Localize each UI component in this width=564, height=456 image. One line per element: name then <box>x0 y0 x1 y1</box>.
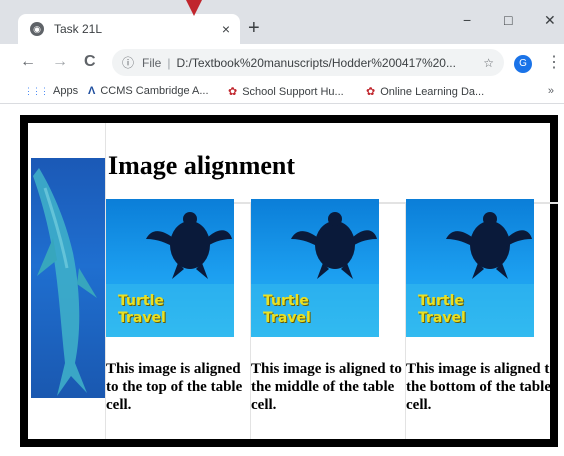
address-bar[interactable]: ⓘ File | D:/Textbook%20manuscripts/Hodde… <box>112 49 504 76</box>
shark-image <box>31 158 105 398</box>
shark-illustration <box>33 168 97 396</box>
bookmarks-overflow-icon[interactable]: » <box>548 85 554 97</box>
caption-line: Turtle <box>118 293 164 309</box>
caption-line: Travel <box>263 310 311 326</box>
minimize-icon[interactable]: − <box>463 12 471 28</box>
forward-arrow-icon[interactable]: → <box>52 53 68 71</box>
close-window-icon[interactable]: ✕ <box>544 12 556 29</box>
bookmarks-bar: ⋮⋮⋮ Apps Λ CCMS Cambridge A... ✿ School … <box>0 80 564 104</box>
bookmark-label: CCMS Cambridge A... <box>100 85 209 97</box>
annotation-arrow <box>186 0 202 16</box>
bordered-table: Image alignment Turtle Travel Turtle Tra… <box>20 115 558 447</box>
apps-grid-icon: ⋮⋮⋮ <box>24 85 49 96</box>
turtle-image-top: Turtle Travel <box>106 199 234 337</box>
cell-description-top: This image is aligned to the top of the … <box>106 361 243 413</box>
ccms-logo-icon: Λ <box>88 85 96 97</box>
toolbar: ← → C ⓘ File | D:/Textbook%20manuscripts… <box>0 44 564 80</box>
bookmark-apps[interactable]: ⋮⋮⋮ Apps <box>24 85 78 97</box>
scheme-label: File <box>142 55 162 70</box>
globe-icon: ◉ <box>30 22 44 36</box>
caption-line: Turtle <box>263 293 309 309</box>
reload-icon[interactable]: C <box>84 53 96 71</box>
close-tab-icon[interactable]: × <box>222 21 230 37</box>
address-separator: | <box>167 55 171 70</box>
menu-kebab-icon[interactable]: ⋮ <box>546 52 562 72</box>
new-tab-button[interactable]: + <box>248 18 260 38</box>
tab-strip: ◉ Task 21L × + − □ ✕ <box>0 0 564 44</box>
bookmark-ccms[interactable]: Λ CCMS Cambridge A... <box>88 85 209 97</box>
web-page: Image alignment Turtle Travel Turtle Tra… <box>0 105 564 456</box>
caption-line: Turtle <box>418 293 464 309</box>
maximize-icon[interactable]: □ <box>504 12 512 28</box>
turtle-image-middle: Turtle Travel <box>251 199 379 337</box>
image-caption: Turtle Travel <box>118 293 166 327</box>
cell-description-middle: This image is aligned to the middle of t… <box>251 361 402 413</box>
bookmark-school-support[interactable]: ✿ School Support Hu... <box>228 85 344 99</box>
tab-title: Task 21L <box>54 22 103 36</box>
school-support-icon: ✿ <box>228 86 238 98</box>
bookmark-label: School Support Hu... <box>242 85 344 98</box>
star-icon[interactable]: ☆ <box>483 56 494 70</box>
caption-line: Travel <box>418 310 466 326</box>
online-learning-icon: ✿ <box>366 86 376 98</box>
bookmark-label: Apps <box>53 85 79 97</box>
url-text[interactable]: D:/Textbook%20manuscripts/Hodder%200417%… <box>176 56 477 70</box>
image-caption: Turtle Travel <box>418 293 466 327</box>
caption-line: Travel <box>118 310 166 326</box>
info-icon[interactable]: ⓘ <box>122 54 134 71</box>
back-arrow-icon[interactable]: ← <box>20 53 36 71</box>
turtle-image-bottom: Turtle Travel <box>406 199 534 337</box>
image-caption: Turtle Travel <box>263 293 311 327</box>
cell-description-bottom: This image is aligned to the bottom of t… <box>406 361 557 413</box>
browser-tab[interactable]: ◉ Task 21L × <box>18 14 240 44</box>
page-title: Image alignment <box>108 151 296 180</box>
bookmark-online-learning[interactable]: ✿ Online Learning Da... <box>366 85 485 99</box>
profile-avatar[interactable]: G <box>514 55 532 73</box>
bookmark-label: Online Learning Da... <box>380 85 485 98</box>
